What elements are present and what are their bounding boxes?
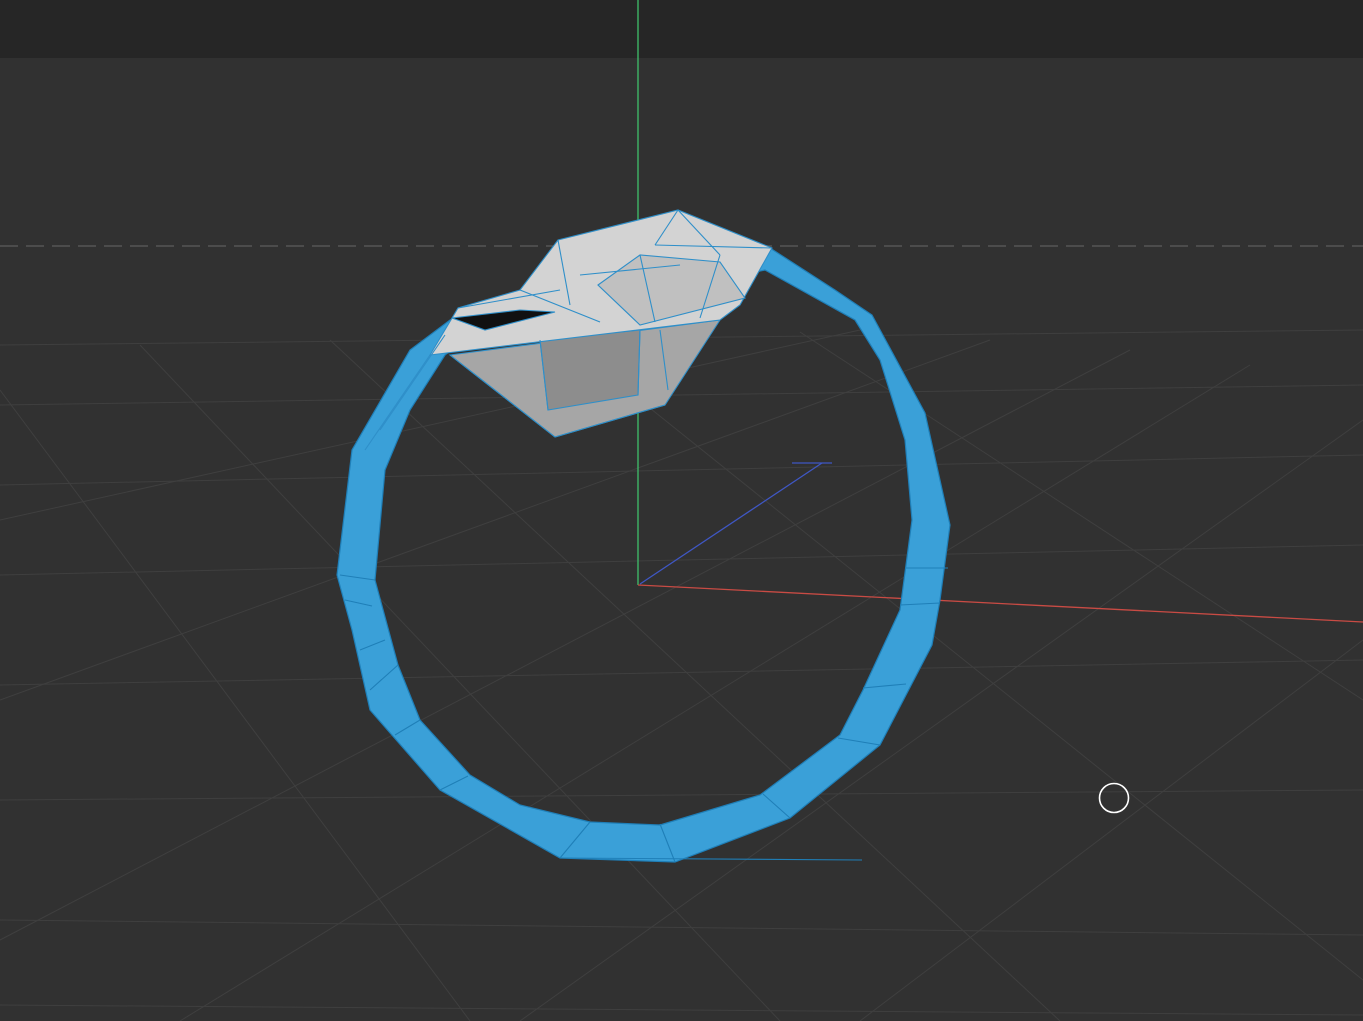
circle-cursor-icon	[1098, 782, 1130, 814]
ground-grid	[0, 329, 1363, 1021]
3d-viewport[interactable]	[0, 0, 1363, 1021]
viewport-canvas[interactable]	[0, 0, 1363, 1021]
z-axis-line	[639, 462, 823, 585]
app-window	[0, 0, 1363, 1021]
x-axis-line	[637, 584, 1363, 623]
